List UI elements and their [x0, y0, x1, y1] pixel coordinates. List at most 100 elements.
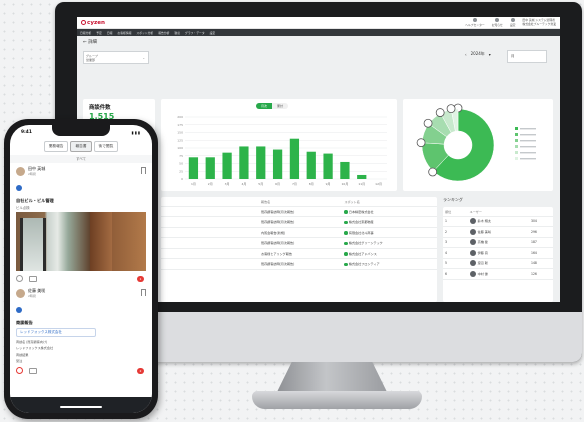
bar[interactable]: [323, 153, 333, 179]
avatar: [16, 288, 25, 298]
table-row[interactable]: 既存顧客訪問(月次報告) 株式会社フロンティア: [161, 258, 437, 270]
table-row[interactable]: 既存顧客訪問(月次報告) 株式会社東都物産: [161, 216, 437, 228]
cell-report: 既存顧客訪問(月次報告): [259, 258, 343, 270]
app-logo[interactable]: cyzen: [81, 20, 105, 26]
post-company[interactable]: レッドフォックス株式会社: [16, 328, 96, 337]
nav-item[interactable]: 予定: [96, 31, 102, 35]
logo-text: cyzen: [87, 19, 105, 26]
y-tick-label: 0: [181, 177, 183, 181]
tab-business-report[interactable]: 業務報告: [43, 141, 69, 152]
nav-item[interactable]: グラフ・データ: [185, 31, 205, 35]
logo-icon: [81, 20, 86, 25]
cell-spot: 株式会社グリーンテック: [342, 237, 437, 249]
user-menu[interactable]: 田中 英城 システム管理者 株式会社ブルーテック営業: [522, 19, 556, 26]
spot-icon: [344, 210, 348, 214]
tab-reports[interactable]: 報告書: [70, 141, 92, 152]
table-row[interactable]: 4 伊藤 真 164: [443, 247, 553, 259]
cell-spacer: [161, 248, 259, 259]
bar[interactable]: [357, 174, 367, 179]
nav-item[interactable]: 報告分析: [158, 31, 169, 35]
post-field: 商談名 (既存顧客向け): [16, 339, 48, 344]
feed-post[interactable]: 佐藤 美咲 2時間 商談報告 レッドフォックス株式会社 商談名 (既存顧客向け)…: [10, 285, 152, 377]
toggle-monthly[interactable]: 月次: [256, 103, 273, 109]
nav-item[interactable]: スポット分析: [136, 31, 153, 35]
month-select[interactable]: 月: [507, 50, 547, 63]
chart-toggle[interactable]: 月次 累計: [256, 103, 289, 109]
bar[interactable]: [340, 161, 350, 179]
feed-filter[interactable]: すべて: [10, 155, 152, 163]
bar[interactable]: [222, 152, 232, 179]
nav-item[interactable]: 日報分析: [80, 31, 91, 35]
spot-icon: [344, 220, 348, 224]
table-row[interactable]: 2 佐藤 美咲 296: [443, 226, 553, 238]
user-cell: 鈴木 翔太: [467, 216, 529, 227]
legend-label-placeholder: [520, 152, 536, 154]
user-name: 高橋 健: [477, 240, 488, 245]
post-field: 商談結果: [16, 352, 29, 357]
phone-notch: [52, 125, 110, 136]
table-row[interactable]: 既存顧客訪問(月次報告) 日本精密株式会社: [161, 206, 437, 217]
monitor-base: [252, 391, 422, 409]
post-photo[interactable]: [16, 212, 146, 271]
table-row[interactable]: 3 高橋 健 187: [443, 237, 553, 248]
table-row[interactable]: 1 鈴木 翔太 304: [443, 216, 553, 227]
user-company: 株式会社ブルーテック営業: [522, 21, 556, 26]
tab-read-later[interactable]: 後で閲覧: [93, 141, 119, 152]
bar[interactable]: [205, 157, 215, 179]
bar[interactable]: [289, 138, 300, 179]
back-to-detail[interactable]: ← 詳細: [83, 39, 97, 45]
cell-spot: 株式会社アドバンス: [342, 248, 437, 259]
rank-cell: 1: [443, 216, 468, 227]
notifications-link[interactable]: お知らせ: [492, 18, 503, 27]
x-tick-label: 6月: [275, 182, 280, 186]
toggle-cumulative[interactable]: 累計: [272, 103, 289, 109]
post-field: レッドフォックス株式会社: [16, 346, 54, 350]
spot-name: 株式会社グリーンテック: [348, 241, 383, 246]
year-selector[interactable]: ‹ 2024年 ▾: [465, 51, 491, 57]
table-row[interactable]: 6 中村 優 126: [443, 268, 553, 280]
nav-item[interactable]: 設定: [210, 31, 216, 35]
x-tick-label: 3月: [225, 182, 230, 186]
bar[interactable]: [272, 149, 283, 179]
settings-label: 設定: [509, 23, 516, 27]
user-name: 伊藤 真: [477, 250, 488, 255]
table-row[interactable]: 5 渡辺 聡 148: [443, 258, 553, 269]
bar[interactable]: [239, 146, 249, 179]
bar[interactable]: [306, 151, 316, 179]
nav-item[interactable]: 日報: [107, 31, 113, 35]
spot-icon: [344, 231, 348, 235]
help-link[interactable]: ヘルプセンター: [465, 18, 485, 27]
like-icon[interactable]: [16, 367, 23, 374]
table-row[interactable]: 内覧会報告(新規) 有限会社北斗商事: [161, 227, 437, 238]
home-indicator: [60, 406, 102, 408]
x-tick-label: 12月: [375, 182, 382, 186]
nav-item[interactable]: 勤怠: [174, 31, 180, 35]
bar[interactable]: [188, 157, 199, 179]
group-select[interactable]: グループ 営業部 ⌄: [83, 50, 149, 64]
y-tick-label: 175: [177, 123, 183, 127]
x-tick-label: 9月: [326, 182, 331, 186]
monitor-stand: [276, 362, 388, 394]
settings-link[interactable]: 設定: [509, 18, 516, 27]
chevron-left-icon[interactable]: ‹: [465, 52, 467, 57]
bookmark-icon[interactable]: [141, 167, 146, 174]
table-row[interactable]: お客様ヒアリング報告 株式会社アドバンス: [161, 248, 437, 259]
breadcrumb[interactable]: ← 詳細: [77, 36, 560, 48]
bar[interactable]: [256, 146, 266, 179]
comment-icon[interactable]: [29, 275, 37, 282]
count-cell: 296: [529, 226, 553, 238]
y-tick-label: 25: [179, 169, 183, 173]
x-tick-label: 7月: [292, 182, 297, 186]
cell-spacer: [161, 258, 259, 270]
cell-spot: 株式会社東都物産: [342, 216, 437, 228]
bookmark-icon[interactable]: [141, 289, 146, 296]
comment-icon[interactable]: [29, 367, 37, 374]
spot-icon: [344, 241, 348, 245]
like-icon[interactable]: [16, 275, 23, 282]
table-row[interactable]: 既存顧客訪問(月次報告) 株式会社グリーンテック: [161, 237, 437, 249]
feed-post[interactable]: 田中 英城 2時間 自社ビル・ビル管理 ビル点検 1: [10, 163, 152, 285]
nav-item[interactable]: お客様情報: [117, 31, 131, 35]
notifications-label: お知らせ: [491, 23, 503, 27]
main-nav: 日報分析 予定 日報 お客様情報 スポット分析 報告分析 勤怠 グラフ・データ …: [77, 29, 560, 36]
year-value: 2024年: [470, 51, 485, 56]
